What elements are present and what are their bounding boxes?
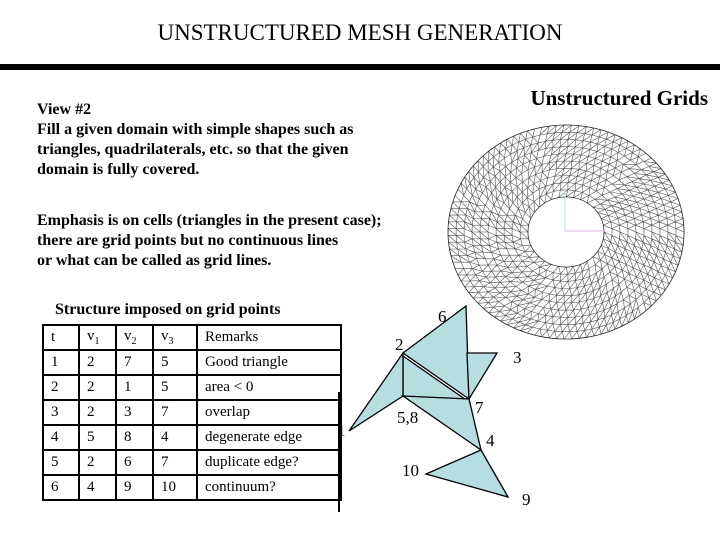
diagram-canvas: 6 2 3 7 5,8 1 4 10 9 [337, 124, 685, 509]
vertex-label-4: 4 [486, 431, 495, 450]
annulus-mesh [447, 124, 685, 340]
vertex-label-7: 7 [475, 398, 484, 417]
triangle-2-1-5 [348, 350, 404, 432]
triangle-3-overlap [466, 352, 499, 402]
vertex-label-1: 1 [337, 421, 346, 440]
vertex-label-2: 2 [395, 335, 404, 354]
vertex-label-5-8: 5,8 [397, 408, 418, 427]
vertex-label-9: 9 [522, 490, 531, 509]
vertex-label-6: 6 [438, 307, 447, 326]
vertex-label-3: 3 [513, 348, 522, 367]
vertex-label-10: 10 [402, 461, 419, 480]
mesh-inner-boundary [527, 196, 605, 268]
triangle-4-9-10 [424, 449, 510, 499]
